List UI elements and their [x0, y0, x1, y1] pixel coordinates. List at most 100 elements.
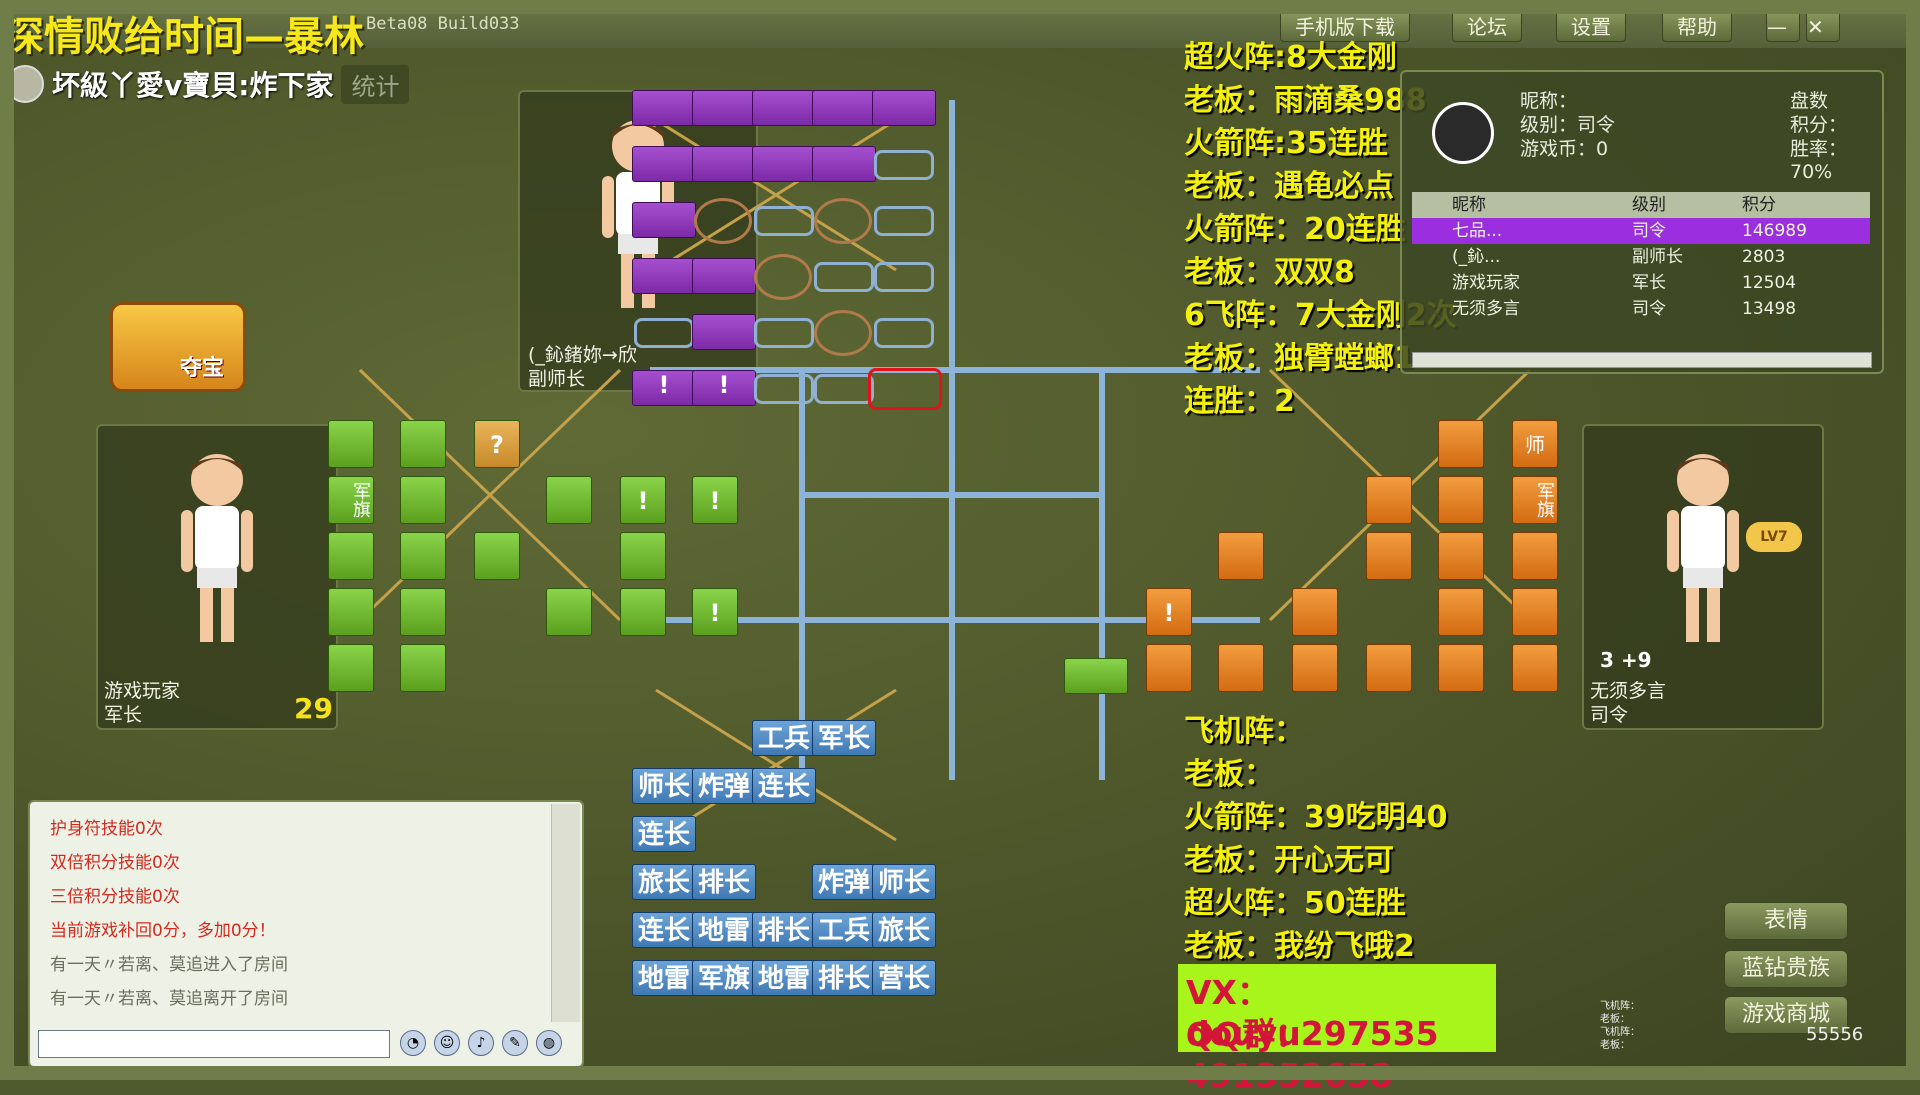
piece-left[interactable]: [546, 588, 592, 636]
piece-right[interactable]: [1438, 644, 1484, 692]
piece-right-commander[interactable]: 师: [1512, 420, 1558, 468]
piece-own[interactable]: 地雷: [752, 960, 816, 996]
piece-own[interactable]: 连长: [752, 768, 816, 804]
board-slot[interactable]: [814, 262, 874, 292]
piece-right[interactable]: [1438, 588, 1484, 636]
globe-icon[interactable]: ◍: [536, 1030, 562, 1056]
piece-top[interactable]: [692, 90, 756, 126]
piece-own[interactable]: 旅长: [872, 912, 936, 948]
emoji-icon[interactable]: ☺: [434, 1030, 460, 1056]
piece-left[interactable]: [400, 644, 446, 692]
piece-left[interactable]: [620, 532, 666, 580]
piece-left[interactable]: [328, 644, 374, 692]
forum-button[interactable]: 论坛: [1452, 10, 1522, 42]
piece-left-alert[interactable]: !: [620, 476, 666, 524]
table-row[interactable]: (_鈊... 副师长 2803: [1412, 244, 1870, 270]
piece-own[interactable]: 旅长: [632, 864, 696, 900]
piece-top[interactable]: [752, 146, 816, 182]
board-slot[interactable]: [874, 206, 934, 236]
piece-right-flag[interactable]: 军旗: [1512, 476, 1558, 524]
piece-top[interactable]: [632, 258, 696, 294]
piece-own[interactable]: 排长: [812, 960, 876, 996]
piece-left-alert[interactable]: !: [692, 476, 738, 524]
piece-own[interactable]: 工兵: [752, 720, 816, 756]
piece-right[interactable]: [1438, 420, 1484, 468]
board-slot[interactable]: [874, 150, 934, 180]
piece-own[interactable]: 地雷: [692, 912, 756, 948]
piece-left[interactable]: [400, 588, 446, 636]
wrench-icon[interactable]: ✎: [502, 1030, 528, 1056]
piece-own[interactable]: 连长: [632, 912, 696, 948]
piece-own[interactable]: 炸弹: [692, 768, 756, 804]
board-camp[interactable]: [694, 198, 752, 244]
settings-button[interactable]: 设置: [1556, 10, 1626, 42]
piece-top[interactable]: [632, 202, 696, 238]
piece-right[interactable]: [1218, 644, 1264, 692]
board-slot[interactable]: [814, 374, 874, 404]
piece-own[interactable]: 军长: [812, 720, 876, 756]
piece-left[interactable]: [474, 532, 520, 580]
piece-top[interactable]: [752, 90, 816, 126]
chat-scrollbar[interactable]: [551, 804, 580, 1022]
piece-left[interactable]: [328, 588, 374, 636]
piece-right[interactable]: [1438, 476, 1484, 524]
piece-own[interactable]: 地雷: [632, 960, 696, 996]
piece-top-alert[interactable]: !: [632, 370, 696, 406]
piece-right[interactable]: [1366, 644, 1412, 692]
table-row[interactable]: 七品... 司令 146989: [1412, 218, 1870, 244]
board-camp[interactable]: [814, 198, 872, 244]
chat-bubble-icon[interactable]: ◔: [400, 1030, 426, 1056]
board-slot[interactable]: [754, 374, 814, 404]
table-scrollbar[interactable]: [1412, 352, 1872, 368]
piece-left-unknown[interactable]: ?: [474, 420, 520, 468]
piece-top[interactable]: [812, 90, 876, 126]
treasure-button[interactable]: 夺宝: [110, 292, 250, 392]
player-panel-right[interactable]: LV7 3 +9 无须多言 司令: [1582, 424, 1824, 730]
piece-top[interactable]: [692, 146, 756, 182]
piece-left[interactable]: [328, 532, 374, 580]
piece-own[interactable]: 师长: [872, 864, 936, 900]
speaker-icon[interactable]: ♪: [468, 1030, 494, 1056]
piece-right[interactable]: [1366, 532, 1412, 580]
emote-button[interactable]: 表情: [1724, 902, 1848, 940]
chat-input[interactable]: [38, 1030, 390, 1058]
piece-top[interactable]: [632, 146, 696, 182]
piece-left-alert[interactable]: !: [692, 588, 738, 636]
board-slot[interactable]: [754, 318, 814, 348]
board-slot[interactable]: [874, 262, 934, 292]
piece-left[interactable]: [400, 420, 446, 468]
piece-right[interactable]: [1218, 532, 1264, 580]
piece-right-alert[interactable]: !: [1146, 588, 1192, 636]
piece-left[interactable]: [400, 476, 446, 524]
piece-right[interactable]: [1146, 644, 1192, 692]
player-panel-left[interactable]: 游戏玩家 军长 29: [96, 424, 338, 730]
board-slot[interactable]: [874, 318, 934, 348]
help-button[interactable]: 帮助: [1662, 10, 1732, 42]
piece-left[interactable]: [328, 420, 374, 468]
blue-diamond-button[interactable]: 蓝钻贵族: [1724, 950, 1848, 988]
piece-top[interactable]: [692, 314, 756, 350]
table-row[interactable]: 无须多言 司令 13498: [1412, 296, 1870, 322]
piece-top[interactable]: [692, 258, 756, 294]
piece-right[interactable]: [1292, 588, 1338, 636]
piece-top[interactable]: [812, 146, 876, 182]
piece-top-alert[interactable]: !: [692, 370, 756, 406]
piece-right[interactable]: [1438, 532, 1484, 580]
piece-left-moved[interactable]: [1064, 658, 1128, 694]
piece-top[interactable]: [632, 90, 696, 126]
piece-right[interactable]: [1366, 476, 1412, 524]
piece-own[interactable]: 排长: [692, 864, 756, 900]
board-camp[interactable]: [754, 254, 812, 300]
piece-left[interactable]: [400, 532, 446, 580]
piece-right[interactable]: [1512, 588, 1558, 636]
piece-own[interactable]: 工兵: [812, 912, 876, 948]
board-slot[interactable]: [754, 206, 814, 236]
piece-left[interactable]: [620, 588, 666, 636]
board-camp[interactable]: [814, 310, 872, 356]
table-row[interactable]: 游戏玩家 军长 12504: [1412, 270, 1870, 296]
piece-own[interactable]: 炸弹: [812, 864, 876, 900]
piece-own[interactable]: 排长: [752, 912, 816, 948]
minimize-icon[interactable]: —: [1766, 10, 1800, 42]
piece-own[interactable]: 师长: [632, 768, 696, 804]
piece-own[interactable]: 连长: [632, 816, 696, 852]
